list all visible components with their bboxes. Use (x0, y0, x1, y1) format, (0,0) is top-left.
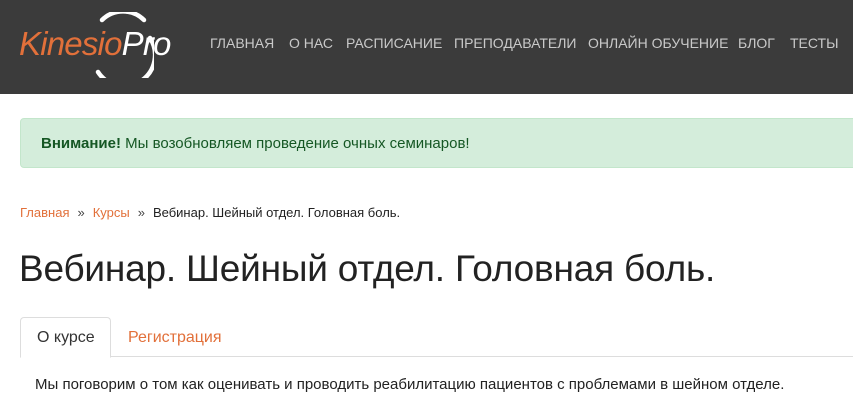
nav-item-home[interactable]: ГЛАВНАЯ (210, 34, 274, 52)
tab-registration[interactable]: Регистрация (111, 317, 239, 357)
breadcrumb-courses-link[interactable]: Курсы (93, 205, 130, 220)
breadcrumb-current: Вебинар. Шейный отдел. Головная боль. (152, 205, 401, 220)
notice-alert: Внимание! Мы возобновляем проведение очн… (20, 118, 853, 168)
breadcrumb-separator: » (77, 205, 85, 220)
site-header: KinesioPro ГЛАВНАЯ О НАС РАСПИСАНИЕ ПРЕП… (0, 0, 853, 94)
course-description: Мы поговорим о том как оценивать и прово… (35, 376, 785, 393)
nav-item-blog[interactable]: БЛОГ (738, 34, 775, 52)
page-title: Вебинар. Шейный отдел. Головная боль. (19, 248, 716, 289)
nav-item-tests[interactable]: ТЕСТЫ (790, 34, 838, 52)
main-nav: ГЛАВНАЯ О НАС РАСПИСАНИЕ ПРЕПОДАВАТЕЛИ О… (0, 34, 853, 52)
nav-item-online-learning[interactable]: ОНЛАЙН ОБУЧЕНИЕ (588, 34, 728, 52)
nav-item-teachers[interactable]: ПРЕПОДАВАТЕЛИ (454, 34, 576, 52)
alert-strong-label: Внимание! (41, 135, 121, 152)
breadcrumb-home-link[interactable]: Главная (20, 205, 69, 220)
breadcrumb: Главная » Курсы » Вебинар. Шейный отдел. Гол… (20, 204, 400, 221)
nav-item-schedule[interactable]: РАСПИСАНИЕ (346, 34, 442, 52)
nav-item-about[interactable]: О НАС (289, 34, 333, 52)
alert-message: Мы возобновляем проведение очных семинар… (120, 135, 470, 152)
breadcrumb-separator: » (137, 205, 145, 220)
tab-about-course[interactable]: О курсе (20, 317, 111, 358)
